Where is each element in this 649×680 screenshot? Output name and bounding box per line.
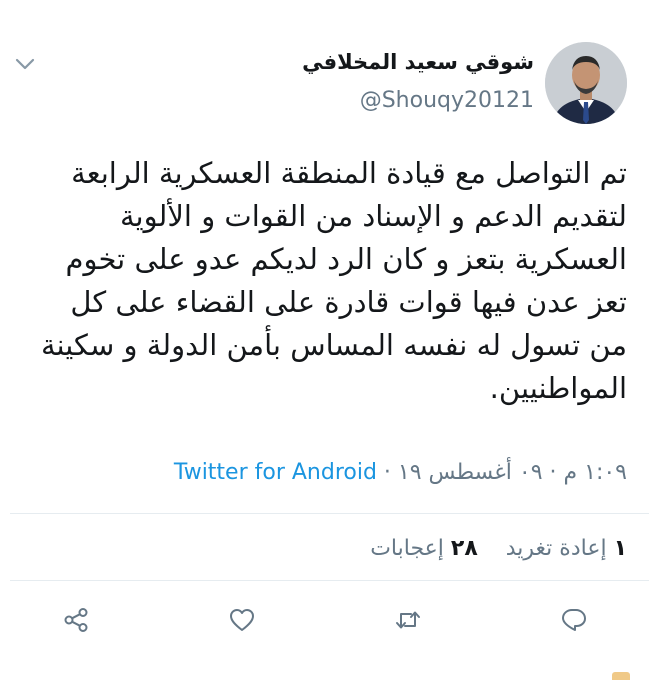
retweet-count-link[interactable]: ١ إعادة تغريد: [506, 536, 627, 561]
tweet-source-link[interactable]: Twitter for Android: [174, 460, 377, 485]
retweet-count: ١: [613, 536, 627, 561]
reply-button[interactable]: [558, 604, 590, 636]
heart-icon: [230, 609, 254, 631]
tweet-text: تم التواصل مع قيادة المنطقة العسكرية الر…: [40, 156, 627, 405]
share-button[interactable]: [60, 604, 92, 636]
tweet-timestamp: ١:٠٩ م · ٠٩ أغسطس ١٩ ·: [376, 460, 627, 485]
avatar[interactable]: [545, 42, 627, 124]
like-count-link[interactable]: ٢٨ إعجابات: [370, 536, 478, 561]
divider: [10, 513, 649, 514]
reply-icon: [562, 609, 586, 631]
author-handle[interactable]: @Shouqy20121: [360, 88, 534, 113]
tweet-stats: ١ إعادة تغريد ٢٨ إعجابات: [370, 536, 627, 561]
like-count: ٢٨: [450, 536, 478, 561]
retweet-label: إعادة تغريد: [505, 536, 607, 561]
author-name[interactable]: شوقي سعيد المخلافي: [302, 50, 534, 74]
retweet-button[interactable]: [392, 604, 424, 636]
action-bar: [60, 600, 590, 640]
like-button[interactable]: [226, 604, 258, 636]
chevron-down-icon[interactable]: [14, 56, 36, 72]
tweet-meta: ١:٠٩ م · ٠٩ أغسطس ١٩ · Twitter for Andro…: [174, 460, 627, 485]
avatar-image: [545, 42, 627, 124]
retweet-icon: [396, 611, 420, 629]
share-icon: [64, 608, 88, 632]
tweet-card: شوقي سعيد المخلافي @Shouqy20121 تم التوا…: [0, 0, 649, 680]
divider: [10, 580, 649, 581]
corner-decoration: [612, 672, 630, 680]
like-label: إعجابات: [370, 536, 444, 561]
